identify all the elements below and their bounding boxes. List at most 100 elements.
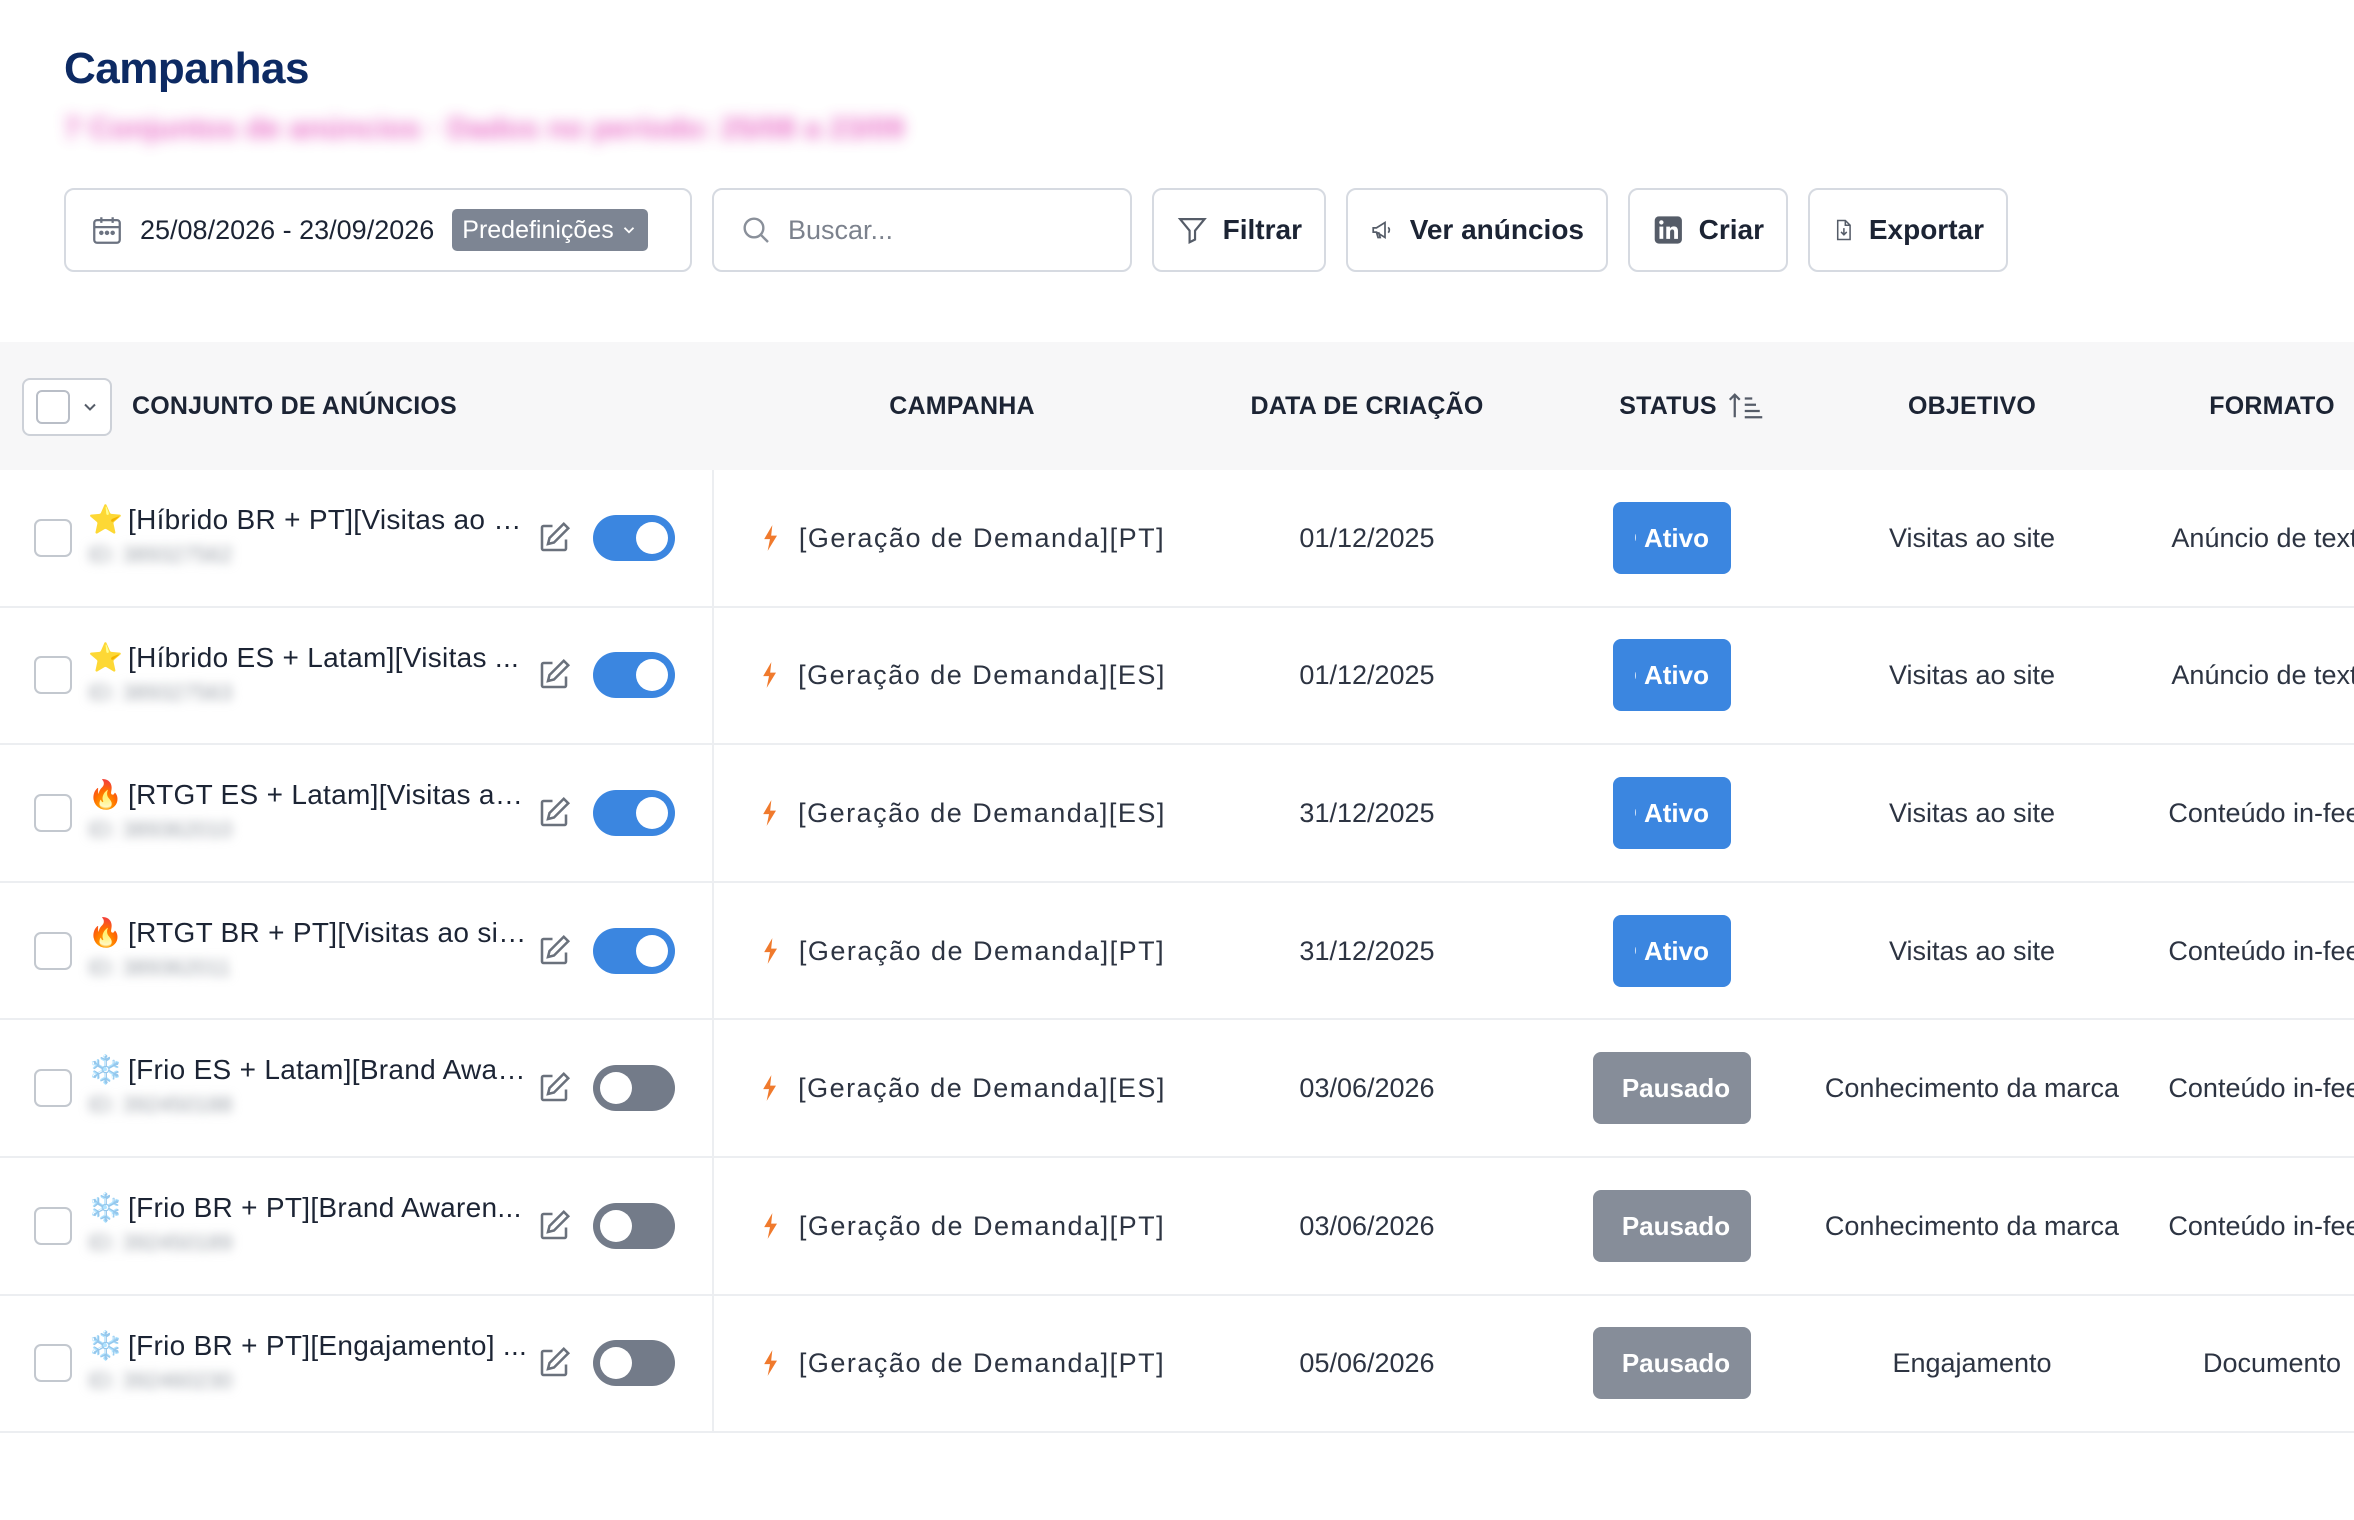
ad-set-name[interactable]: [Frio BR + PT][Engajamento] ... xyxy=(128,1330,527,1362)
table-row[interactable]: 🔥 [RTGT BR + PT][Visitas ao sit... ID: 3… xyxy=(0,883,2354,1021)
format-cell: Anúncio de texto xyxy=(2171,522,2354,553)
presets-dropdown[interactable]: Predefinições xyxy=(452,209,648,251)
format-cell: Conteúdo in-feed xyxy=(2168,1073,2354,1104)
status-toggle[interactable] xyxy=(593,789,675,836)
row-checkbox[interactable] xyxy=(34,1069,72,1108)
objective-cell: Visitas ao site xyxy=(1888,935,2056,966)
chevron-down-icon xyxy=(84,403,96,411)
ad-set-name[interactable]: [Frio BR + PT][Brand Awaren... xyxy=(128,1192,522,1224)
table-body: ⭐ [Híbrido BR + PT][Visitas ao s... ID: … xyxy=(0,470,2354,1434)
search-input[interactable] xyxy=(788,214,1108,246)
status-cell: Ativo xyxy=(1522,883,1822,1019)
campaign-cell: [Geração de Demanda][PT] xyxy=(712,1296,1212,1432)
objective-cell: Engajamento xyxy=(1892,1348,2052,1379)
lightning-bolt-icon xyxy=(764,1350,777,1377)
status-cell: Ativo xyxy=(1522,608,1822,744)
chevron-down-icon xyxy=(623,227,634,234)
export-button[interactable]: Exportar xyxy=(1808,188,2008,272)
create-button[interactable]: Criar xyxy=(1628,188,1788,272)
column-header-ad-set[interactable]: CONJUNTO DE ANÚNCIOS xyxy=(132,342,457,470)
campaign-name[interactable]: [Geração de Demanda][ES] xyxy=(798,1070,1166,1106)
ad-set-name[interactable]: [RTGT BR + PT][Visitas ao sit... xyxy=(128,917,528,949)
lightning-bolt-icon xyxy=(764,524,777,551)
snowflake-icon: ❄️ xyxy=(88,1329,123,1361)
date-range-picker[interactable]: 25/08/2026 - 23/09/2026 Predefinições xyxy=(64,188,692,272)
edit-icon[interactable] xyxy=(536,1208,572,1244)
campaign-cell: [Geração de Demanda][PT] xyxy=(712,1158,1212,1294)
table-row[interactable]: ❄️ [Frio BR + PT][Brand Awaren... ID: 39… xyxy=(0,1158,2354,1296)
row-checkbox[interactable] xyxy=(34,1206,72,1245)
table-row[interactable]: ❄️ [Frio ES + Latam][Brand Awar... ID: 3… xyxy=(0,1020,2354,1158)
objective-cell: Visitas ao site xyxy=(1888,522,2056,553)
edit-icon[interactable] xyxy=(536,933,572,969)
view-ads-button[interactable]: Ver anúncios xyxy=(1346,188,1608,272)
calendar-icon xyxy=(93,217,121,244)
ad-set-id-redacted: ID: 392450189 xyxy=(88,1229,233,1255)
linkedin-icon xyxy=(1654,216,1682,244)
status-label: Pausado xyxy=(1621,1073,1731,1104)
row-checkbox[interactable] xyxy=(34,793,72,832)
campaign-name[interactable]: [Geração de Demanda][PT] xyxy=(799,933,1165,969)
row-checkbox[interactable] xyxy=(34,656,72,695)
ad-set-id-redacted: ID: 389362011 xyxy=(88,954,231,980)
edit-icon[interactable] xyxy=(536,657,572,693)
ad-set-id-redacted: ID: 389327562 xyxy=(88,542,233,567)
format-cell: Conteúdo in-feed xyxy=(2168,797,2354,828)
row-checkbox[interactable] xyxy=(34,1344,72,1383)
row-checkbox[interactable] xyxy=(34,518,72,557)
lightning-bolt-icon xyxy=(764,937,777,964)
campaign-name[interactable]: [Geração de Demanda][PT] xyxy=(799,520,1165,556)
status-toggle[interactable] xyxy=(593,1340,675,1387)
edit-icon[interactable] xyxy=(536,1070,572,1106)
campaign-name[interactable]: [Geração de Demanda][ES] xyxy=(798,657,1166,693)
sort-ascending-icon[interactable] xyxy=(1727,391,1765,421)
ad-set-name[interactable]: [RTGT ES + Latam][Visitas ao... xyxy=(128,779,528,811)
edit-icon[interactable] xyxy=(536,795,572,831)
toggle-knob xyxy=(636,659,668,692)
table-row[interactable]: ⭐ [Híbrido ES + Latam][Visitas ... ID: 3… xyxy=(0,608,2354,746)
table-row[interactable]: ❄️ [Frio BR + PT][Engajamento] ... ID: 3… xyxy=(0,1296,2354,1434)
export-label: Exportar xyxy=(1868,214,1984,245)
status-label: Ativo xyxy=(1644,797,1709,828)
status-label: Ativo xyxy=(1644,522,1709,553)
row-checkbox[interactable] xyxy=(34,931,72,970)
column-header-format[interactable]: FORMATO xyxy=(2122,342,2354,470)
status-toggle[interactable] xyxy=(593,1202,675,1249)
status-badge: Pausado xyxy=(1593,1052,1751,1125)
snowflake-icon: ❄️ xyxy=(88,1191,123,1223)
status-toggle[interactable] xyxy=(593,927,675,974)
campaign-name[interactable]: [Geração de Demanda][PT] xyxy=(799,1208,1165,1244)
ad-set-name[interactable]: [Frio ES + Latam][Brand Awar... xyxy=(128,1054,528,1086)
status-toggle[interactable] xyxy=(593,514,675,561)
status-toggle[interactable] xyxy=(593,1065,675,1112)
ad-set-name[interactable]: [Híbrido ES + Latam][Visitas ... xyxy=(128,642,519,674)
star-icon: ⭐ xyxy=(88,641,123,673)
search-box[interactable] xyxy=(712,188,1132,272)
export-file-icon xyxy=(1836,219,1851,241)
status-badge: Ativo xyxy=(1613,914,1731,987)
ad-set-name-cell: 🔥 [RTGT ES + Latam][Visitas ao... ID: 38… xyxy=(88,779,528,843)
filter-button[interactable]: Filtrar xyxy=(1152,188,1326,272)
status-toggle[interactable] xyxy=(593,652,675,699)
table-row[interactable]: ⭐ [Híbrido BR + PT][Visitas ao s... ID: … xyxy=(0,470,2354,608)
status-badge: Pausado xyxy=(1593,1327,1751,1400)
ad-set-name[interactable]: [Híbrido BR + PT][Visitas ao s... xyxy=(128,504,528,536)
column-header-created[interactable]: DATA DE CRIAÇÃO xyxy=(1212,342,1522,470)
column-header-status[interactable]: STATUS xyxy=(1522,342,1862,470)
bulk-select-dropdown[interactable] xyxy=(22,378,112,436)
page-subtitle-redacted: 7 Conjuntos de anúncios · Dados no perío… xyxy=(64,112,905,145)
status-dot xyxy=(1635,534,1636,542)
presets-label: Predefinições xyxy=(462,215,614,244)
campaign-name[interactable]: [Geração de Demanda][ES] xyxy=(798,795,1166,831)
edit-icon[interactable] xyxy=(536,520,572,556)
column-header-objective[interactable]: OBJETIVO xyxy=(1822,342,2122,470)
column-header-campaign[interactable]: CAMPANHA xyxy=(712,342,1212,470)
ad-set-name-cell: ❄️ [Frio BR + PT][Brand Awaren... ID: 39… xyxy=(88,1192,528,1256)
creation-date: 03/06/2026 xyxy=(1299,1073,1435,1104)
campaign-name[interactable]: [Geração de Demanda][PT] xyxy=(799,1345,1165,1381)
star-icon: ⭐ xyxy=(88,504,123,535)
edit-icon[interactable] xyxy=(536,1345,572,1381)
select-all-checkbox[interactable] xyxy=(36,390,70,424)
campaign-cell: [Geração de Demanda][ES] xyxy=(712,608,1212,744)
table-row[interactable]: 🔥 [RTGT ES + Latam][Visitas ao... ID: 38… xyxy=(0,745,2354,883)
